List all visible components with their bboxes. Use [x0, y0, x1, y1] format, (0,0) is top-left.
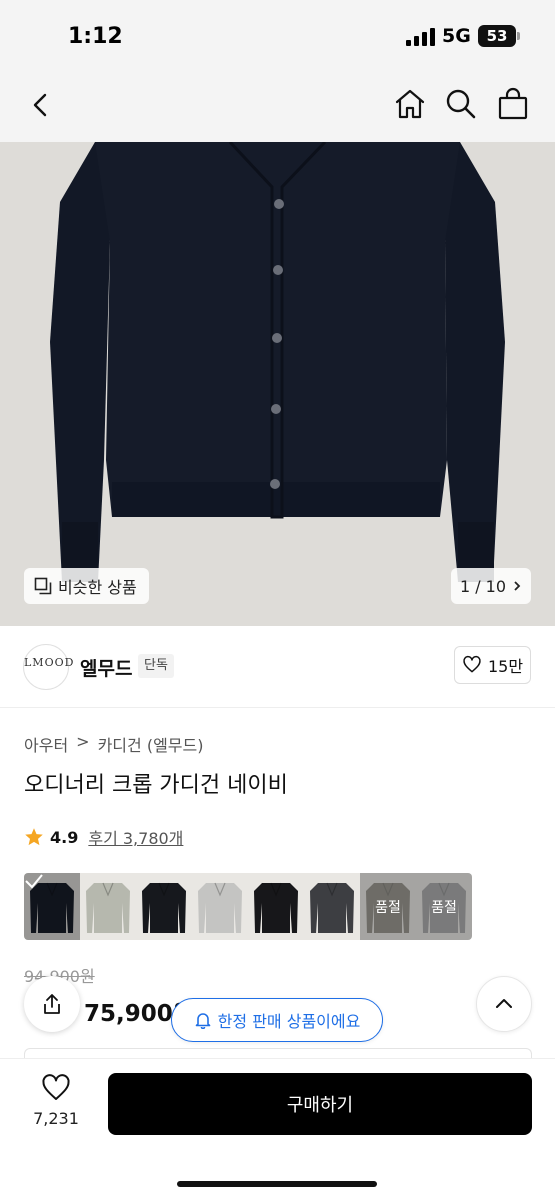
scroll-to-top-button[interactable]	[476, 976, 532, 1032]
search-button[interactable]	[444, 87, 478, 121]
color-options: 품절 품절	[24, 873, 472, 940]
home-icon	[395, 89, 425, 119]
chevron-right-icon	[514, 581, 521, 591]
bell-icon	[195, 1013, 210, 1029]
swatch-image	[198, 882, 242, 933]
brand-logo-text: LMOOD	[24, 656, 75, 669]
breadcrumb-item[interactable]: 카디건 (엘무드)	[98, 732, 204, 756]
back-button[interactable]	[26, 90, 56, 120]
chevron-right-icon: >	[76, 732, 90, 751]
heart-icon	[42, 1074, 70, 1100]
color-swatch[interactable]	[80, 873, 136, 940]
battery-icon: 53	[478, 25, 516, 47]
search-icon	[446, 89, 476, 119]
bottom-action-bar: 7,231 구매하기	[0, 1058, 555, 1200]
wishlist-button[interactable]: 7,231	[26, 1073, 86, 1128]
coupon-box	[24, 1048, 532, 1058]
sold-out-label: 품절	[416, 873, 472, 940]
top-nav	[0, 70, 555, 142]
share-button[interactable]	[24, 976, 80, 1032]
product-title: 오디너리 크롭 가디건 네이비	[24, 773, 288, 798]
color-swatch[interactable]	[304, 873, 360, 940]
swatch-image	[310, 882, 354, 933]
signal-icon	[406, 28, 436, 46]
wishlist-count: 7,231	[33, 1109, 79, 1128]
brand-row: LMOOD 엘무드 단독 15만	[0, 626, 555, 708]
cart-button[interactable]	[496, 87, 530, 121]
copy-icon	[34, 577, 52, 595]
selected-check-icon	[24, 873, 80, 940]
shopping-bag-icon	[498, 87, 528, 120]
product-photo	[50, 142, 505, 582]
rating-row: 4.9 후기 3,780개	[24, 825, 183, 849]
rating-score: 4.9	[50, 827, 79, 847]
swatch-image	[254, 882, 298, 933]
status-time: 1:12	[68, 24, 123, 49]
similar-products-label: 비슷한 상품	[58, 578, 137, 597]
swatch-image	[86, 882, 130, 933]
limited-sale-label: 한정 판매 상품이에요	[217, 1012, 361, 1031]
brand-name[interactable]: 엘무드	[80, 654, 132, 681]
star-icon	[25, 828, 43, 846]
color-swatch[interactable]	[136, 873, 192, 940]
product-image-carousel[interactable]	[0, 142, 555, 626]
color-swatch[interactable]	[24, 873, 80, 940]
similar-products-button[interactable]: 비슷한 상품	[24, 568, 149, 604]
buy-button[interactable]: 구매하기	[108, 1073, 532, 1135]
share-icon	[44, 994, 60, 1014]
chevron-up-icon	[496, 999, 512, 1008]
home-button[interactable]	[393, 87, 427, 121]
exclusive-badge: 단독	[138, 654, 174, 678]
color-swatch[interactable]	[248, 873, 304, 940]
reviews-link[interactable]: 후기 3,780개	[88, 825, 183, 849]
status-bar: 1:12 5G 53	[0, 0, 555, 70]
color-swatch[interactable]: 품절	[416, 873, 472, 940]
sold-out-label: 품절	[360, 873, 416, 940]
color-swatch[interactable]	[192, 873, 248, 940]
limited-sale-notice[interactable]: 한정 판매 상품이에요	[171, 998, 383, 1042]
network-label: 5G	[442, 25, 471, 47]
heart-icon	[463, 655, 481, 673]
breadcrumb-item[interactable]: 아우터	[24, 732, 68, 756]
swatch-image	[142, 882, 186, 933]
image-pager[interactable]: 1 / 10	[451, 568, 531, 604]
color-swatch[interactable]: 품절	[360, 873, 416, 940]
brand-like-button[interactable]: 15만	[454, 646, 531, 684]
home-indicator	[177, 1181, 377, 1187]
pager-label: 1 / 10	[459, 576, 507, 596]
breadcrumb: 아우터 > 카디건 (엘무드)	[24, 732, 203, 756]
brand-logo[interactable]: LMOOD	[23, 644, 73, 690]
chevron-left-icon	[33, 93, 47, 117]
brand-like-count: 15만	[487, 657, 524, 676]
